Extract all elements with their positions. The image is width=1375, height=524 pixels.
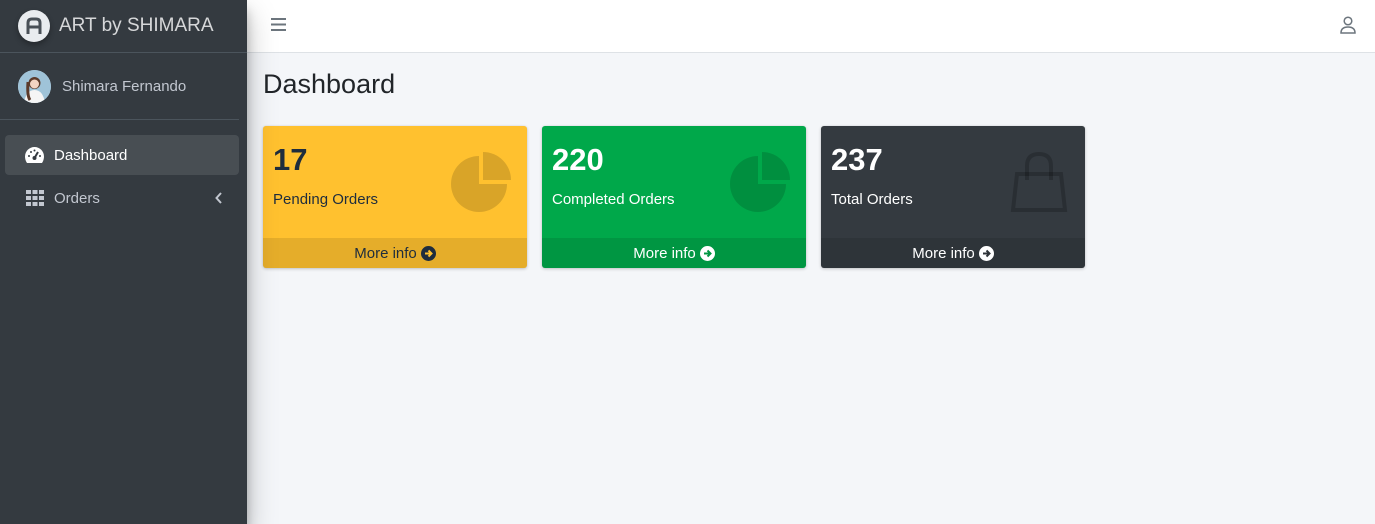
- top-navbar: [247, 0, 1375, 53]
- page-title: Dashboard: [263, 69, 396, 99]
- arrow-circle-right-icon: [420, 245, 436, 261]
- more-info-label: More info: [912, 244, 975, 262]
- tachometer-icon: [24, 145, 45, 166]
- brand-link[interactable]: ART by SHIMARA: [0, 0, 247, 53]
- brand-name: ART by SHIMARA: [59, 15, 214, 36]
- more-info-link[interactable]: More info: [542, 238, 806, 268]
- sidebar-item-dashboard[interactable]: Dashboard: [5, 135, 239, 175]
- menu-toggle-icon[interactable]: [271, 18, 286, 36]
- pie-chart-icon: [449, 150, 513, 219]
- small-box-pending-orders: 17 Pending Orders More info: [263, 126, 527, 268]
- small-box-total-orders: 237 Total Orders More info: [821, 126, 1085, 268]
- more-info-link[interactable]: More info: [821, 238, 1085, 268]
- small-box-completed-orders: 220 Completed Orders More info: [542, 126, 806, 268]
- brand-logo-icon: [18, 10, 50, 42]
- sidebar-item-label: Dashboard: [54, 146, 128, 164]
- more-info-label: More info: [354, 244, 417, 262]
- pie-chart-icon: [728, 150, 792, 219]
- chevron-left-icon: [215, 191, 223, 208]
- sidebar: ART by SHIMARA Shimara Fernando Dashboar…: [0, 0, 247, 524]
- more-info-label: More info: [633, 244, 696, 262]
- more-info-link[interactable]: More info: [263, 238, 527, 268]
- user-icon[interactable]: [1340, 16, 1356, 39]
- arrow-circle-right-icon: [699, 245, 715, 261]
- user-panel[interactable]: Shimara Fernando: [0, 53, 239, 120]
- arrow-circle-right-icon: [978, 245, 994, 261]
- grid-icon: [24, 188, 45, 209]
- sidebar-item-orders[interactable]: Orders: [5, 178, 239, 218]
- sidebar-nav: Dashboard Orders: [0, 120, 247, 218]
- avatar: [18, 69, 51, 103]
- sidebar-item-label: Orders: [54, 189, 100, 207]
- shopping-bag-icon: [1007, 150, 1071, 219]
- user-name: Shimara Fernando: [62, 77, 187, 95]
